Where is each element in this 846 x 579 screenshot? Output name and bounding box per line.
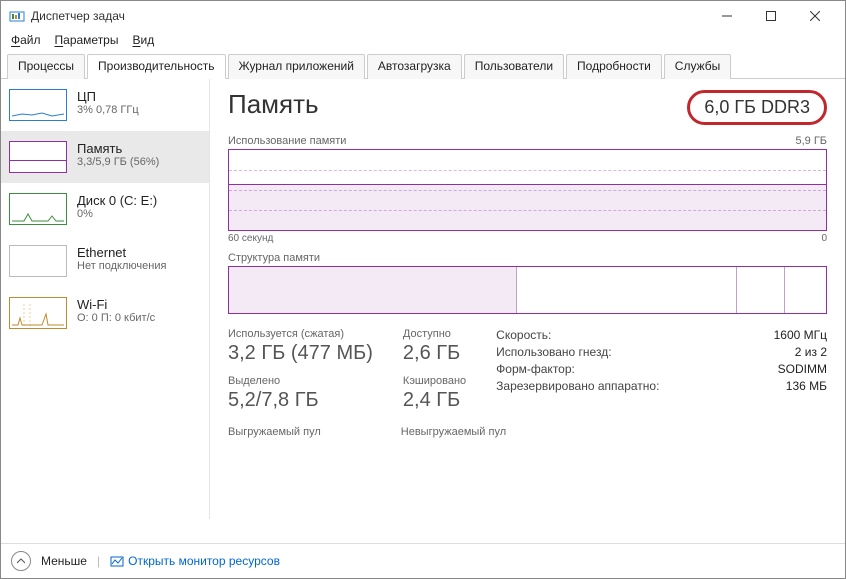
avail-value: 2,6 ГБ [403, 342, 466, 365]
tab-performance[interactable]: Производительность [87, 54, 225, 79]
chevron-up-icon[interactable] [11, 551, 31, 571]
minimize-button[interactable] [705, 2, 749, 30]
spec-key: Зарезервировано аппаратно: [496, 379, 659, 393]
spec-key: Форм-фактор: [496, 362, 575, 376]
sidebar-item-disk[interactable]: Диск 0 (C: E:)0% [1, 183, 209, 235]
titlebar: Диспетчер задач [1, 1, 845, 31]
fewer-details-button[interactable]: Меньше [41, 554, 87, 568]
graph-max: 5,9 ГБ [795, 135, 827, 147]
nonpaged-pool-label: Невыгружаемый пул [401, 426, 506, 438]
committed-label: Выделено [228, 375, 373, 387]
disk-thumb [9, 193, 67, 225]
spec-key: Скорость: [496, 328, 551, 342]
memory-thumb [9, 141, 67, 173]
ethernet-thumb [9, 245, 67, 277]
app-icon [9, 8, 25, 24]
memory-specs: Скорость: 1600 МГц Использовано гнезд: 2 и… [496, 328, 827, 420]
memory-capacity: 6,0 ГБ DDR3 [687, 90, 827, 125]
sidebar-item-sub: Нет подключения [77, 260, 166, 272]
maximize-button[interactable] [749, 2, 793, 30]
tab-details[interactable]: Подробности [566, 54, 662, 79]
x-right: 0 [821, 233, 827, 244]
menu-options[interactable]: Параметры [55, 33, 119, 47]
tab-processes[interactable]: Процессы [7, 54, 85, 79]
inuse-label: Используется (сжатая) [228, 328, 373, 340]
spec-val: 136 МБ [786, 379, 827, 393]
composition-label: Структура памяти [228, 252, 320, 264]
spec-val: 1600 МГц [774, 328, 827, 342]
spec-key: Использовано гнезд: [496, 345, 611, 359]
sidebar-item-cpu[interactable]: ЦП3% 0,78 ГГц [1, 79, 209, 131]
memory-composition [228, 266, 827, 314]
menubar: Файл Параметры Вид [1, 31, 845, 49]
menu-file[interactable]: Файл [11, 33, 41, 47]
sidebar-item-ethernet[interactable]: EthernetНет подключения [1, 235, 209, 287]
tab-app-history[interactable]: Журнал приложений [228, 54, 365, 79]
sidebar-item-sub: 3,3/5,9 ГБ (56%) [77, 156, 159, 168]
tab-startup[interactable]: Автозагрузка [367, 54, 462, 79]
sidebar-item-label: Память [77, 141, 159, 156]
close-button[interactable] [793, 2, 837, 30]
graph-label: Использование памяти [228, 135, 346, 147]
wifi-thumb [9, 297, 67, 329]
spec-val: 2 из 2 [795, 345, 827, 359]
inuse-value: 3,2 ГБ (477 МБ) [228, 342, 373, 365]
cached-label: Кэшировано [403, 375, 466, 387]
resmon-icon [110, 554, 124, 568]
spec-val: SODIMM [778, 362, 827, 376]
resmon-label: Открыть монитор ресурсов [128, 554, 280, 568]
paged-pool-label: Выгружаемый пул [228, 426, 321, 438]
window-title: Диспетчер задач [31, 9, 705, 23]
menu-view[interactable]: Вид [132, 33, 154, 47]
cpu-thumb [9, 89, 67, 121]
tabs: Процессы Производительность Журнал прило… [1, 49, 845, 79]
page-title: Память [228, 89, 319, 120]
sidebar-item-label: Ethernet [77, 245, 166, 260]
committed-value: 5,2/7,8 ГБ [228, 389, 373, 412]
x-left: 60 секунд [228, 233, 273, 244]
main-panel: Память 6,0 ГБ DDR3 Использование памяти 5… [210, 79, 845, 519]
sidebar: ЦП3% 0,78 ГГц Память3,3/5,9 ГБ (56%) Дис… [1, 79, 210, 519]
open-resmon-link[interactable]: Открыть монитор ресурсов [110, 554, 280, 568]
tab-services[interactable]: Службы [664, 54, 731, 79]
memory-usage-graph [228, 149, 827, 231]
tab-users[interactable]: Пользователи [464, 54, 564, 79]
cached-value: 2,4 ГБ [403, 389, 466, 412]
sidebar-item-wifi[interactable]: Wi-FiО: 0 П: 0 кбит/с [1, 287, 209, 339]
footer: Меньше | Открыть монитор ресурсов [1, 543, 845, 578]
avail-label: Доступно [403, 328, 466, 340]
sidebar-item-memory[interactable]: Память3,3/5,9 ГБ (56%) [1, 131, 209, 183]
